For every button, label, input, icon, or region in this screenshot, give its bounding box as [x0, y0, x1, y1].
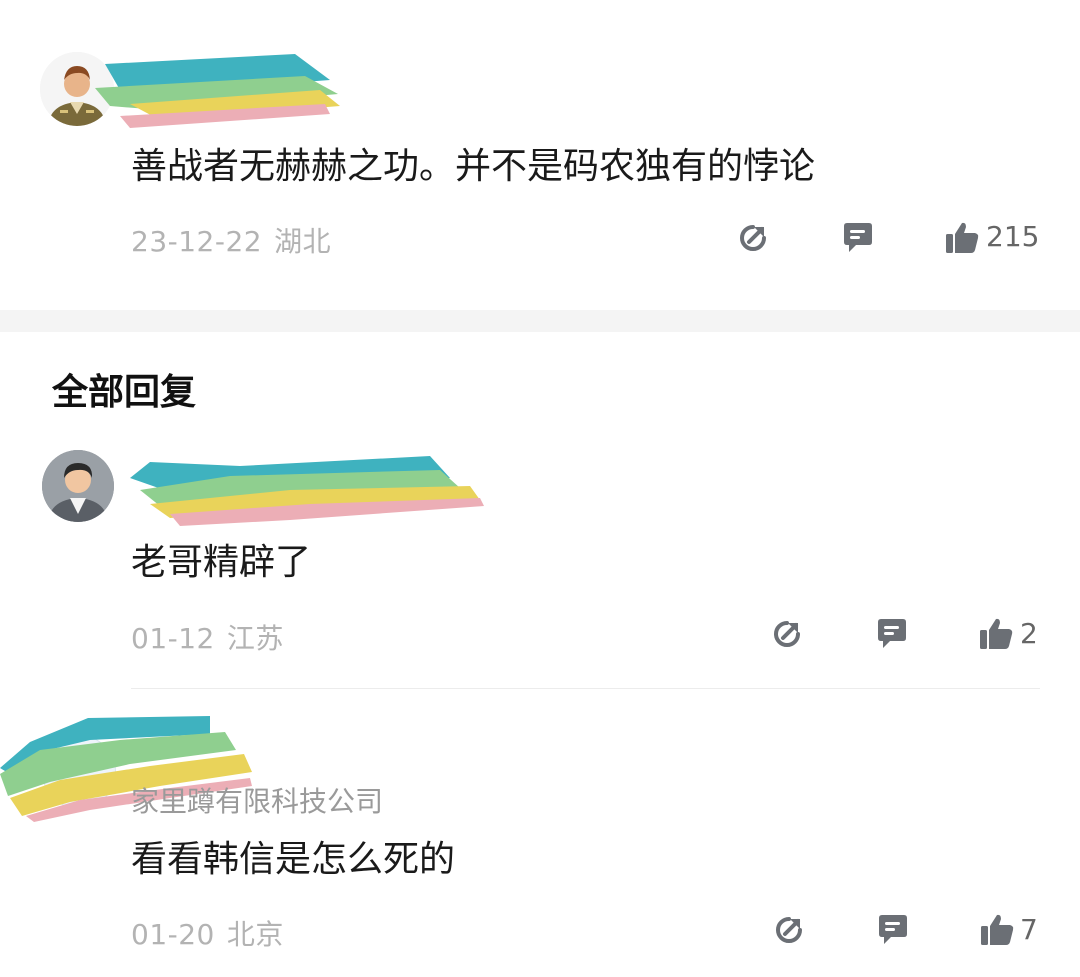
comment-bubble-icon[interactable] — [875, 912, 911, 948]
reply-meta: 01-12 江苏 — [131, 617, 284, 657]
replies-section-title: 全部回复 — [52, 372, 197, 413]
like-count: 7 — [1020, 913, 1038, 946]
thumbs-up-icon[interactable] — [944, 220, 980, 256]
comment-date: 23-12-22 — [131, 225, 263, 258]
redaction-scribble-top-username — [95, 54, 340, 128]
reply-meta: 01-20 北京 — [131, 913, 284, 953]
comment-bubble-icon[interactable] — [874, 616, 910, 652]
reply-divider — [131, 688, 1040, 689]
share-arrow-icon[interactable] — [735, 220, 771, 256]
reply-location: 江苏 — [226, 622, 284, 655]
comment-bubble-icon[interactable] — [840, 220, 876, 256]
comment-meta: 23-12-22 湖北 — [131, 220, 331, 260]
like-count: 2 — [1020, 617, 1038, 650]
comment-location: 湖北 — [274, 225, 332, 258]
share-arrow-icon[interactable] — [771, 912, 807, 948]
avatar-reply-1[interactable] — [42, 450, 114, 522]
like-count: 215 — [986, 220, 1040, 253]
section-divider — [0, 310, 1080, 332]
reply-date: 01-12 — [131, 622, 215, 655]
thumbs-up-icon[interactable] — [979, 912, 1015, 948]
reply-text: 老哥精辟了 — [131, 542, 312, 583]
comment-text: 善战者无赫赫之功。并不是码农独有的悖论 — [131, 146, 816, 187]
reply-text: 看看韩信是怎么死的 — [131, 839, 456, 880]
redaction-scribble-reply-1-username — [130, 456, 484, 526]
thumbs-up-icon[interactable] — [978, 616, 1014, 652]
share-arrow-icon[interactable] — [769, 616, 805, 652]
reply-date: 01-20 — [131, 918, 215, 951]
reply-user-subtitle: 家里蹲有限科技公司 — [131, 785, 384, 818]
reply-location: 北京 — [226, 918, 284, 951]
